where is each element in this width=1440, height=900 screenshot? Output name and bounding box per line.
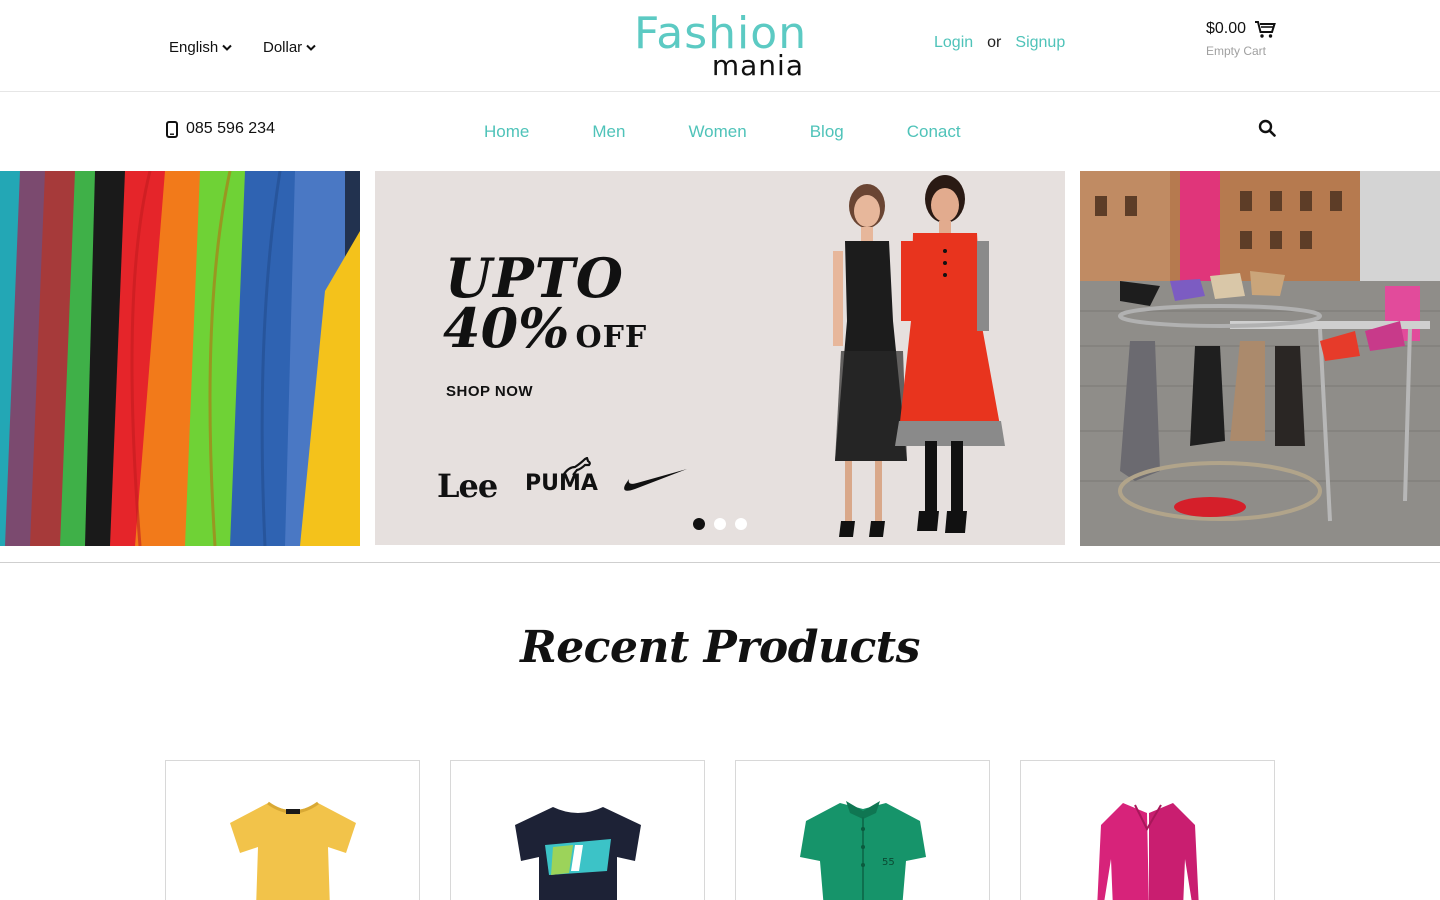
slide-preview-hoodies[interactable] [0, 171, 360, 546]
nav-item-contact[interactable]: Conact [907, 122, 961, 142]
currency-value: Dollar [263, 39, 303, 56]
nav-item-women[interactable]: Women [688, 122, 746, 142]
chevron-down-icon [222, 44, 232, 51]
login-link[interactable]: Login [934, 34, 973, 52]
product-image-pink-cardigan [1096, 803, 1199, 900]
search-icon[interactable] [1258, 119, 1276, 137]
auth-links: Login or Signup [934, 34, 1065, 52]
slide-preview-shoes[interactable] [1080, 171, 1440, 546]
promo-discount-value: 40% [443, 296, 570, 360]
recent-products-title: Recent Products [520, 622, 920, 673]
slider-dot-3[interactable] [735, 518, 747, 530]
main-nav: 085 596 234 Home Men Women Blog Conact [0, 93, 1440, 171]
nike-swoosh-logo [624, 469, 687, 491]
language-value: English [169, 39, 219, 56]
shop-now-link[interactable]: SHOP NOW [446, 383, 533, 400]
product-image-yellow-tshirt [229, 801, 356, 900]
phone-contact: 085 596 234 [166, 120, 275, 138]
currency-select[interactable]: Dollar [263, 39, 316, 56]
slider-dot-2[interactable] [714, 518, 726, 530]
slider-dots [693, 518, 747, 530]
phone-number: 085 596 234 [186, 120, 275, 137]
product-image-navy-nike-tshirt [514, 807, 641, 900]
top-header: English Dollar Fashion mania Login or Si… [0, 0, 1440, 92]
brand-lee: Lee [437, 467, 498, 505]
cart-icon [1255, 21, 1276, 38]
chevron-down-icon [306, 44, 316, 51]
puma-cat-logo [563, 457, 591, 476]
product-grid: 55 [165, 760, 1275, 900]
language-select[interactable]: English [169, 39, 232, 56]
section-divider [0, 562, 1440, 563]
product-card[interactable] [450, 760, 705, 900]
product-card[interactable]: 55 [735, 760, 990, 900]
nav-menu: Home Men Women Blog Conact [484, 122, 1024, 142]
hoodies-image [0, 171, 360, 546]
signup-link[interactable]: Signup [1015, 34, 1065, 52]
product-card[interactable] [165, 760, 420, 900]
or-text: or [987, 34, 1002, 51]
slider-dot-1[interactable] [693, 518, 705, 530]
svg-text:55: 55 [882, 857, 895, 868]
slide-main-promo[interactable]: UPTO 40% OFF SHOP NOW Lee PUMA [375, 171, 1065, 545]
cart-status: Empty Cart [1206, 44, 1267, 58]
models-image [833, 175, 1005, 537]
nav-item-men[interactable]: Men [592, 122, 625, 142]
shoes-market-image [1080, 171, 1440, 546]
product-image-green-shirt: 55 [799, 801, 926, 900]
cart-amount: $0.00 [1206, 20, 1247, 37]
hero-slider: UPTO 40% OFF SHOP NOW Lee PUMA [0, 171, 1440, 546]
promo-off: OFF [575, 320, 648, 355]
mobile-phone-icon [166, 120, 178, 138]
logo-mania: mania [711, 49, 804, 82]
nav-item-blog[interactable]: Blog [810, 122, 844, 142]
promo-headline-discount: 40% OFF [443, 301, 647, 365]
nav-item-home[interactable]: Home [484, 122, 529, 142]
product-card[interactable] [1020, 760, 1275, 900]
cart-widget[interactable]: $0.00 Empty Cart [1206, 19, 1286, 63]
site-logo[interactable]: Fashion mania [634, 12, 806, 82]
